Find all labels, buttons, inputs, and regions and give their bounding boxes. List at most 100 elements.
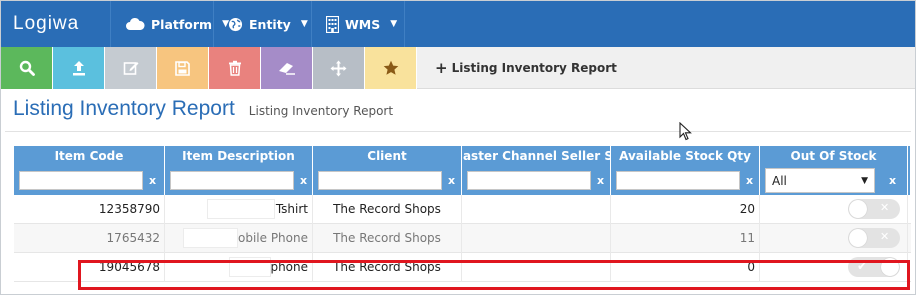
out-of-stock-toggle[interactable]: ✔ ✕ (848, 257, 900, 277)
nav-menu-wms[interactable]: WMS ▼ (312, 1, 405, 47)
master-sku-cell (462, 194, 611, 224)
clear-filter-button[interactable]: x (746, 174, 753, 187)
item-description-text: Tshirt (275, 202, 308, 216)
grid-filter-row: x x x x x All ▼ x (14, 166, 911, 195)
out-of-stock-cell: ✔ ✕ (760, 194, 908, 224)
clear-button[interactable] (261, 47, 313, 89)
globe-icon (228, 17, 243, 32)
top-navbar: Logiwa Platform ▼ Entity ▼ WMS ▼ (1, 1, 915, 47)
master-sku-cell (462, 223, 611, 253)
item-code-cell: 1765432 (14, 223, 165, 253)
star-icon (383, 60, 399, 76)
column-header-client[interactable]: Client (313, 146, 462, 166)
toolbar: + Listing Inventory Report (1, 47, 915, 89)
filter-cell: x (14, 166, 165, 195)
trash-icon (228, 60, 242, 76)
stock-qty-cell: 20 (611, 194, 760, 224)
app-window: Logiwa Platform ▼ Entity ▼ WMS ▼ + Listi… (0, 0, 916, 295)
edit-button[interactable] (105, 47, 157, 89)
page-subtitle: Listing Inventory Report (248, 104, 394, 118)
page-title: Listing Inventory Report (13, 97, 235, 120)
filter-cell: x (165, 166, 313, 195)
item-description-filter-input[interactable] (170, 171, 294, 190)
toggle-knob (849, 200, 867, 218)
clear-filter-button[interactable]: x (149, 174, 156, 187)
add-report-link[interactable]: + Listing Inventory Report (417, 47, 617, 88)
nav-menu-label: Entity (249, 16, 291, 32)
redacted-area (229, 256, 271, 277)
eraser-icon (278, 61, 296, 75)
out-of-stock-cell: ✔ ✕ (760, 252, 908, 282)
redacted-area (207, 198, 275, 219)
column-header-item-code[interactable]: Item Code (14, 146, 165, 166)
column-header-item-description[interactable]: Item Description (165, 146, 313, 166)
table-row[interactable]: 19045678 Iphone The Record Shops 0 ✔ ✕ (14, 252, 911, 282)
clear-filter-button[interactable]: x (889, 174, 896, 187)
client-cell: The Record Shops (313, 194, 462, 224)
check-icon: ✔ (857, 259, 868, 273)
select-value: All (772, 173, 787, 188)
filter-cell: x (462, 166, 611, 195)
x-icon: ✕ (880, 230, 890, 243)
clear-filter-button[interactable]: x (597, 174, 604, 187)
clear-filter-button[interactable]: x (448, 174, 455, 187)
item-description-text: Mobile Phone (227, 231, 308, 245)
out-of-stock-filter-select[interactable]: All ▼ (765, 168, 875, 193)
stock-qty-cell: 0 (611, 252, 760, 282)
item-code-filter-input[interactable] (19, 171, 143, 190)
grid-header-row: Item Code Item Description Client Master… (14, 146, 911, 166)
plus-icon: + (435, 58, 448, 77)
building-icon (326, 15, 339, 33)
add-report-label: Listing Inventory Report (451, 60, 617, 75)
chevron-down-icon: ▼ (300, 19, 308, 29)
table-row[interactable]: 1765432 Mobile Phone The Record Shops 11… (14, 223, 911, 253)
mouse-pointer-icon (679, 121, 692, 145)
toggle-knob (881, 258, 899, 276)
logo[interactable]: Logiwa (1, 1, 111, 47)
column-header-master-channel-seller-sku[interactable]: Master Channel Seller Sk (462, 146, 611, 166)
nav-menu-platform[interactable]: Platform ▼ (111, 1, 229, 47)
filter-cell: x (313, 166, 462, 195)
clear-filter-button[interactable]: x (300, 174, 307, 187)
item-description-text: Iphone (266, 260, 308, 274)
item-code-cell: 19045678 (14, 252, 165, 282)
out-of-stock-toggle[interactable]: ✔ ✕ (848, 228, 900, 248)
master-sku-filter-input[interactable] (467, 171, 591, 190)
column-header-available-stock-qty[interactable]: Available Stock Qty (611, 146, 760, 166)
chevron-down-icon: ▼ (861, 175, 868, 186)
redacted-area (183, 227, 238, 248)
delete-button[interactable] (209, 47, 261, 89)
page-header: Listing Inventory Report Listing Invento… (13, 97, 393, 127)
nav-menu-label: Platform (151, 16, 213, 32)
move-button[interactable] (313, 47, 365, 89)
nav-menu-label: WMS (345, 16, 381, 32)
item-description-cell: Mobile Phone (165, 223, 313, 253)
table-row[interactable]: 12358790 Tshirt The Record Shops 20 ✔ ✕ (14, 194, 911, 224)
out-of-stock-toggle[interactable]: ✔ ✕ (848, 199, 900, 219)
filter-cell: x (611, 166, 760, 195)
client-filter-input[interactable] (318, 171, 442, 190)
chevron-down-icon: ▼ (390, 19, 398, 29)
filter-cell: All ▼ x (760, 166, 908, 195)
column-header-spacer (908, 146, 911, 166)
item-code-cell: 12358790 (14, 194, 165, 224)
x-icon: ✕ (880, 201, 890, 214)
stock-qty-filter-input[interactable] (616, 171, 740, 190)
upload-icon (71, 60, 87, 76)
client-cell: The Record Shops (313, 223, 462, 253)
item-description-cell: Tshirt (165, 194, 313, 224)
upload-button[interactable] (53, 47, 105, 89)
save-button[interactable] (157, 47, 209, 89)
cloud-icon (125, 17, 145, 31)
nav-menu-entity[interactable]: Entity ▼ (214, 1, 312, 47)
toggle-knob (849, 229, 867, 247)
column-header-out-of-stock[interactable]: Out Of Stock (760, 146, 908, 166)
out-of-stock-cell: ✔ ✕ (760, 223, 908, 253)
favorite-button[interactable] (365, 47, 417, 89)
master-sku-cell (462, 252, 611, 282)
search-button[interactable] (1, 47, 53, 89)
save-icon (175, 60, 190, 76)
item-description-cell: Iphone (165, 252, 313, 282)
client-cell: The Record Shops (313, 252, 462, 282)
stock-qty-cell: 11 (611, 223, 760, 253)
